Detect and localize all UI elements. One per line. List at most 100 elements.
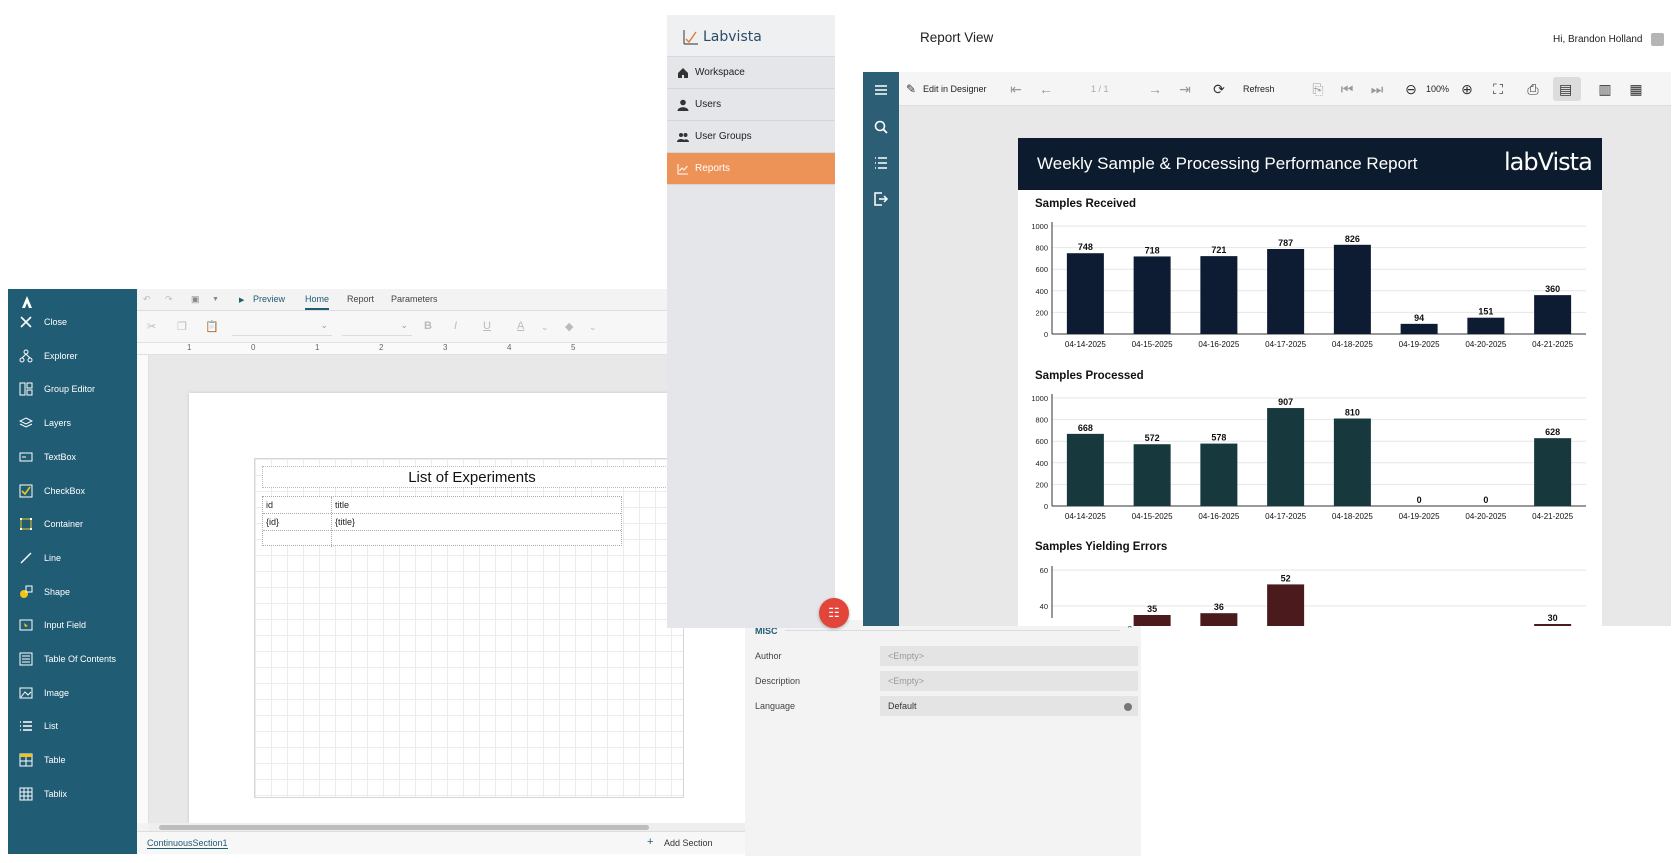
fill-color-icon[interactable]: ◆: [565, 320, 573, 333]
export-icon[interactable]: ⎘: [1310, 81, 1326, 97]
add-section-button[interactable]: Add Section: [664, 838, 713, 848]
bar[interactable]: [1200, 443, 1238, 506]
user-greeting[interactable]: Hi, Brandon Holland: [1553, 34, 1643, 45]
bar[interactable]: [1066, 433, 1104, 506]
bar[interactable]: [1200, 613, 1238, 626]
tablix-tool[interactable]: Tablix: [8, 779, 137, 809]
single-page-view-button[interactable]: ▤: [1553, 77, 1581, 101]
shape-tool[interactable]: Shape: [8, 577, 137, 607]
bar[interactable]: [1400, 323, 1438, 334]
bar[interactable]: [1267, 584, 1305, 626]
copy-icon[interactable]: ❐: [177, 320, 187, 333]
checkbox-tool[interactable]: CheckBox: [8, 476, 137, 506]
bar[interactable]: [1133, 444, 1171, 506]
bar[interactable]: [1066, 253, 1104, 334]
task-list-fab[interactable]: ☷: [819, 598, 849, 628]
galley-view-icon[interactable]: ▦: [1628, 81, 1644, 97]
toc-tool[interactable]: Table Of Contents: [8, 644, 137, 674]
continuous-view-icon[interactable]: ▥: [1597, 81, 1613, 97]
list-tool[interactable]: List: [8, 711, 137, 741]
input-field-tool[interactable]: Input Field: [8, 610, 137, 640]
paste-icon[interactable]: 📋: [205, 320, 219, 333]
scrollbar-thumb[interactable]: [159, 825, 649, 830]
tab-home[interactable]: Home: [305, 294, 330, 310]
container-tool[interactable]: Container: [8, 509, 137, 539]
bar[interactable]: [1267, 249, 1305, 334]
italic-icon[interactable]: I: [454, 320, 457, 332]
report-viewer-body[interactable]: Weekly Sample & Processing Performance R…: [899, 106, 1671, 626]
page-indicator[interactable]: 1 / 1: [1091, 84, 1109, 94]
undo-icon[interactable]: ↶: [143, 294, 151, 305]
save-icon[interactable]: ▣: [191, 294, 200, 305]
nav-item-users[interactable]: Users: [667, 89, 835, 121]
bar[interactable]: [1534, 295, 1572, 334]
nav-item-workspace[interactable]: Workspace: [667, 57, 835, 89]
zoom-level[interactable]: 100%: [1426, 84, 1449, 94]
previous-page-icon[interactable]: ←: [1038, 81, 1054, 97]
toc-icon[interactable]: [873, 155, 889, 171]
backward-icon[interactable]: ⏮: [1339, 81, 1355, 97]
table-cell-id[interactable]: {id}: [266, 517, 279, 527]
bar[interactable]: [1133, 256, 1171, 334]
font-size-select[interactable]: ⌄: [342, 318, 412, 336]
bar[interactable]: [1467, 317, 1505, 334]
underline-icon[interactable]: U: [483, 320, 491, 332]
nav-item-reports[interactable]: Reports: [667, 153, 835, 185]
chevron-down-icon[interactable]: ⌄: [589, 322, 597, 333]
y-tick-label: 0: [1044, 502, 1048, 511]
last-page-icon[interactable]: ⇥: [1177, 81, 1193, 97]
font-color-icon[interactable]: A: [517, 320, 524, 332]
author-field[interactable]: <Empty>: [880, 646, 1138, 666]
bar[interactable]: [1534, 624, 1572, 626]
fullscreen-icon[interactable]: ⛶: [1490, 81, 1506, 97]
bar[interactable]: [1534, 438, 1572, 506]
first-page-icon[interactable]: ⇤: [1008, 81, 1024, 97]
section-tab[interactable]: ContinuousSection1: [147, 838, 228, 849]
tab-report[interactable]: Report: [347, 294, 374, 304]
explorer-button[interactable]: Explorer: [8, 341, 137, 371]
language-select[interactable]: Default ⌄: [880, 696, 1138, 716]
bar[interactable]: [1333, 418, 1371, 506]
close-button[interactable]: Close: [8, 307, 137, 337]
print-icon[interactable]: ⎙: [1525, 81, 1541, 97]
bar[interactable]: [1133, 615, 1171, 626]
design-canvas[interactable]: List of Experiments id title {id} {title…: [149, 355, 749, 823]
forward-icon[interactable]: ⏭: [1369, 81, 1385, 97]
zoom-out-icon[interactable]: ⊖: [1403, 81, 1419, 97]
table-cell-title[interactable]: {title}: [335, 517, 355, 527]
textbox-tool[interactable]: TextBox: [8, 442, 137, 472]
report-body-grid[interactable]: List of Experiments id title {id} {title…: [254, 458, 684, 798]
preview-button[interactable]: Preview: [253, 294, 285, 304]
cut-icon[interactable]: ✂: [147, 320, 156, 333]
zoom-in-icon[interactable]: ⊕: [1459, 81, 1475, 97]
tab-parameters[interactable]: Parameters: [391, 294, 438, 304]
nav-item-user-groups[interactable]: User Groups: [667, 121, 835, 153]
table-header-title[interactable]: title: [335, 500, 349, 510]
avatar[interactable]: [1651, 33, 1664, 46]
report-title-textbox[interactable]: List of Experiments: [262, 466, 682, 488]
table-header-id[interactable]: id: [266, 500, 273, 510]
menu-icon[interactable]: [873, 82, 889, 98]
redo-icon[interactable]: ↷: [165, 294, 173, 305]
horizontal-scrollbar[interactable]: [149, 823, 749, 831]
layers-button[interactable]: Layers: [8, 408, 137, 438]
line-tool[interactable]: Line: [8, 543, 137, 573]
chevron-down-icon[interactable]: ⌄: [541, 322, 549, 333]
refresh-button[interactable]: Refresh: [1243, 84, 1275, 94]
group-editor-button[interactable]: Group Editor: [8, 374, 137, 404]
save-dropdown-icon[interactable]: ▼: [212, 296, 219, 303]
property-marker-icon[interactable]: [1124, 703, 1132, 711]
experiments-table[interactable]: id title {id} {title}: [262, 496, 622, 547]
font-family-select[interactable]: ⌄: [232, 318, 332, 336]
description-field[interactable]: <Empty>: [880, 671, 1138, 691]
bar[interactable]: [1267, 408, 1305, 506]
edit-in-designer-button[interactable]: Edit in Designer: [923, 84, 987, 94]
search-icon[interactable]: [873, 119, 889, 135]
export-document-icon[interactable]: [873, 191, 889, 207]
bar[interactable]: [1333, 244, 1371, 334]
image-tool[interactable]: Image: [8, 678, 137, 708]
next-page-icon[interactable]: →: [1147, 81, 1163, 97]
bar[interactable]: [1200, 256, 1238, 334]
bold-icon[interactable]: B: [424, 320, 432, 332]
table-tool[interactable]: Table: [8, 745, 137, 775]
